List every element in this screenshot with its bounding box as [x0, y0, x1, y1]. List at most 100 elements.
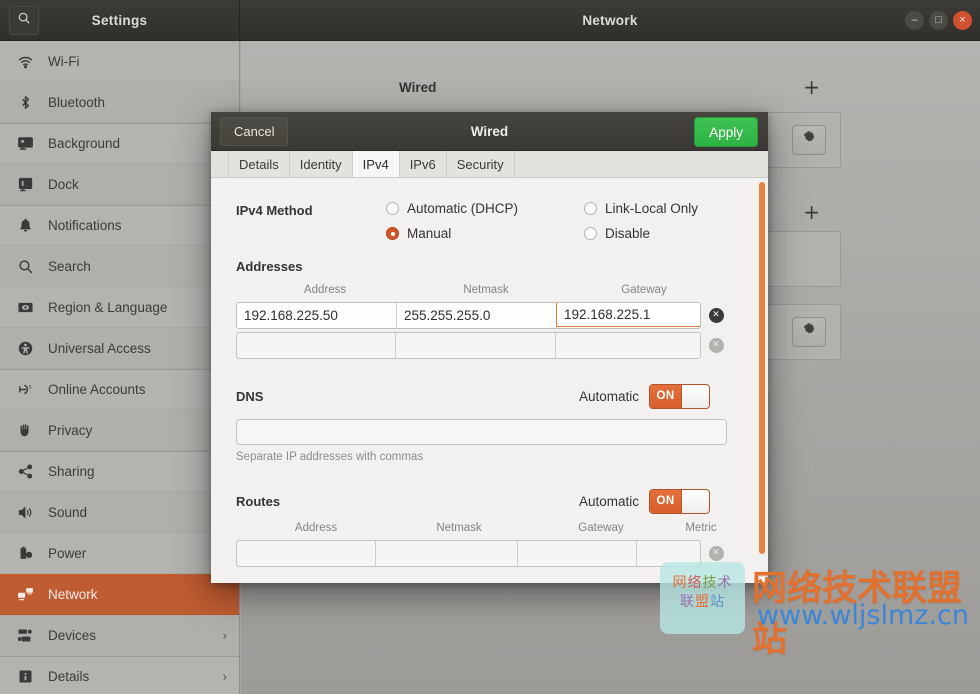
dialog-header: Cancel Wired Apply: [211, 112, 768, 151]
address-input-2[interactable]: [237, 333, 396, 358]
sidebar-item-bluetooth[interactable]: Bluetooth: [0, 82, 239, 123]
sidebar-item-label: Devices: [48, 628, 223, 643]
tab-identity[interactable]: Identity: [290, 151, 353, 177]
radio-link-local-only[interactable]: Link-Local Only: [584, 201, 698, 216]
dialog-tabs: Details Identity IPv4 IPv6 Security: [211, 151, 768, 178]
radio-label: Manual: [407, 226, 451, 241]
tab-details[interactable]: Details: [228, 151, 290, 177]
column-header-gateway: Gateway: [599, 284, 689, 296]
routes-column-header-gateway: Gateway: [556, 522, 646, 534]
sidebar-item-sound[interactable]: Sound: [0, 492, 239, 533]
speaker-icon: [14, 501, 36, 523]
bell-icon: [14, 215, 36, 237]
sidebar-item-universal-access[interactable]: Universal Access: [0, 328, 239, 369]
maximize-button[interactable]: □: [929, 11, 948, 30]
route-gateway-input-1[interactable]: [518, 541, 637, 566]
dns-automatic-label: Automatic: [579, 389, 639, 404]
tab-ipv6[interactable]: IPv6: [400, 151, 447, 177]
gear-icon: [802, 130, 817, 150]
radio-disable[interactable]: Disable: [584, 226, 650, 241]
route-netmask-input-1[interactable]: [376, 541, 517, 566]
address-input-1[interactable]: 192.168.225.50: [237, 303, 397, 328]
search-icon: [14, 255, 36, 277]
routes-toggle-state: ON: [650, 490, 681, 513]
dns-automatic-toggle[interactable]: ON: [649, 384, 710, 409]
routes-column-headers: Address Netmask Gateway Metric: [236, 522, 736, 540]
minimize-button[interactable]: –: [905, 11, 924, 30]
radio-circle-icon: [386, 202, 399, 215]
routes-automatic-toggle[interactable]: ON: [649, 489, 710, 514]
dns-toggle-state: ON: [650, 385, 681, 408]
bluetooth-icon: [14, 91, 36, 113]
radio-manual[interactable]: Manual: [386, 226, 451, 241]
dns-automatic-control: Automatic ON: [579, 384, 710, 409]
sidebar-item-label: Wi-Fi: [48, 54, 227, 69]
sidebar-item-search[interactable]: Search: [0, 246, 239, 287]
wired-settings-gear-button[interactable]: [792, 125, 826, 155]
sidebar-item-details[interactable]: Details ›: [0, 656, 239, 694]
routes-row-1-fields: [236, 540, 701, 567]
netmask-input-1[interactable]: 255.255.255.0: [397, 303, 557, 328]
routes-column-header-netmask: Netmask: [414, 522, 504, 534]
address-row-1: 192.168.225.50 255.255.255.0 192.168.225…: [236, 302, 736, 329]
delete-address-row-2-button[interactable]: ✕: [703, 332, 729, 359]
sidebar-item-label: Notifications: [48, 218, 227, 233]
info-icon: [14, 666, 36, 688]
sidebar-item-notifications[interactable]: Notifications: [0, 205, 239, 246]
tab-ipv4[interactable]: IPv4: [353, 151, 400, 177]
sidebar-item-sharing[interactable]: Sharing: [0, 451, 239, 492]
chevron-right-icon: ›: [223, 669, 227, 684]
sidebar-item-devices[interactable]: Devices ›: [0, 615, 239, 656]
sidebar-item-label: Universal Access: [48, 341, 227, 356]
sidebar-item-label: Background: [48, 136, 227, 151]
sidebar-item-power[interactable]: Power: [0, 533, 239, 574]
routes-column-header-address: Address: [271, 522, 361, 534]
apply-button[interactable]: Apply: [694, 117, 758, 147]
gateway-input-2[interactable]: [556, 333, 700, 358]
sidebar-item-dock[interactable]: Dock: [0, 164, 239, 205]
routes-column-header-metric: Metric: [656, 522, 746, 534]
sidebar-item-network[interactable]: Network: [0, 574, 239, 615]
netmask-input-2[interactable]: [396, 333, 555, 358]
dialog-title: Wired: [211, 112, 768, 151]
svg-text:s: s: [28, 384, 31, 390]
dialog-scroll-area: IPv4 Method Automatic (DHCP) Manual Link…: [211, 178, 768, 583]
dns-hint: Separate IP addresses with commas: [236, 451, 736, 463]
address-row-2: ✕: [236, 332, 736, 359]
delete-circle-icon: ✕: [709, 338, 724, 353]
addresses-column-headers: Address Netmask Gateway: [236, 284, 736, 302]
sidebar-item-label: Sound: [48, 505, 227, 520]
network-section-header: Wired +: [241, 67, 980, 107]
sidebar-item-label: Online Accounts: [48, 382, 227, 397]
close-button[interactable]: ×: [953, 11, 972, 30]
delete-circle-icon: ✕: [709, 308, 724, 323]
radio-label: Link-Local Only: [605, 201, 698, 216]
delete-address-row-1-button[interactable]: ✕: [703, 302, 729, 329]
add-connection-button[interactable]: +: [803, 77, 820, 97]
secondary-settings-gear-button[interactable]: [792, 317, 826, 347]
gear-icon: [802, 322, 817, 342]
dns-servers-input[interactable]: [236, 419, 727, 445]
sidebar-item-privacy[interactable]: Privacy: [0, 410, 239, 451]
section-title: Wired: [399, 80, 436, 95]
accessibility-icon: [14, 337, 36, 359]
routes-title: Routes: [236, 494, 280, 509]
route-address-input-1[interactable]: [237, 541, 376, 566]
dns-header-row: DNS Automatic ON: [236, 383, 736, 409]
radio-automatic-dhcp[interactable]: Automatic (DHCP): [386, 201, 518, 216]
sidebar-item-wifi[interactable]: Wi-Fi: [0, 41, 239, 82]
sidebar-item-label: Network: [48, 587, 227, 602]
add-connection-button-2[interactable]: +: [803, 202, 820, 222]
sidebar-item-online-accounts[interactable]: s Online Accounts: [0, 369, 239, 410]
gateway-input-1[interactable]: 192.168.225.1: [556, 302, 701, 327]
sidebar-item-label: Details: [48, 669, 223, 684]
sidebar-item-region-language[interactable]: Region & Language: [0, 287, 239, 328]
online-accounts-icon: s: [14, 379, 36, 401]
wired-connection-dialog: Cancel Wired Apply Details Identity IPv4…: [211, 112, 768, 583]
addresses-title: Addresses: [236, 259, 736, 274]
watermark-badge: 网络技术 联盟站: [660, 562, 745, 634]
sidebar-item-label: Sharing: [48, 464, 227, 479]
tab-security[interactable]: Security: [447, 151, 515, 177]
watermark-badge-line2: 联盟站: [660, 593, 745, 612]
sidebar-item-background[interactable]: Background: [0, 123, 239, 164]
